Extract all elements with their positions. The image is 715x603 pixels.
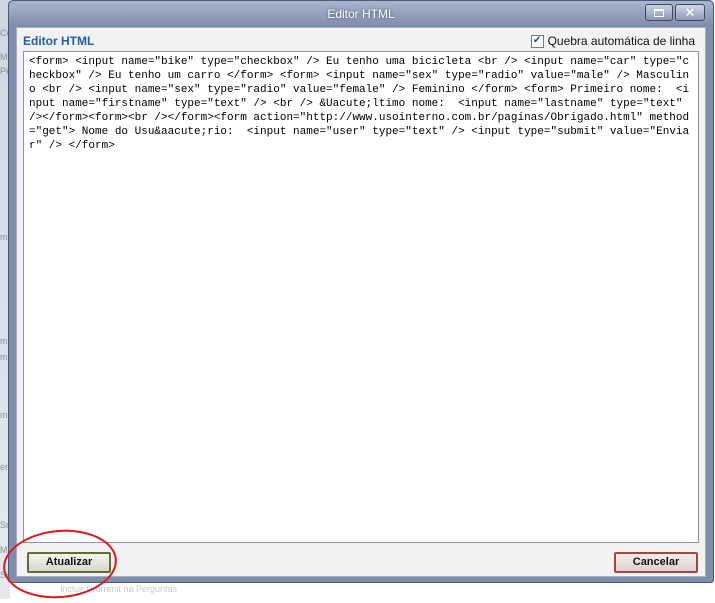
close-button[interactable]: ✕: [675, 4, 705, 21]
html-source-textarea[interactable]: <form> <input name="bike" type="checkbox…: [23, 51, 699, 543]
dialog-titlebar[interactable]: Editor HTML ✕: [9, 1, 713, 27]
background-text: m: [0, 410, 8, 420]
html-editor-dialog: Editor HTML ✕ Editor HTML ✔ Quebra autom…: [8, 0, 714, 583]
maximize-button[interactable]: [645, 4, 673, 21]
update-button[interactable]: Atualizar: [27, 552, 111, 573]
background-footer-text: Incluir Prorrenit na Perguntas: [60, 584, 178, 594]
check-icon: ✔: [532, 35, 542, 46]
word-wrap-checkbox[interactable]: ✔: [530, 34, 544, 48]
cancel-button[interactable]: Cancelar: [614, 552, 698, 573]
close-icon: ✕: [684, 5, 696, 20]
dialog-content: Editor HTML ✔ Quebra automática de linha…: [16, 27, 706, 577]
background-text: m: [0, 232, 8, 242]
background-text: M: [0, 52, 8, 62]
background-text: m: [0, 336, 8, 346]
background-text: M: [0, 545, 8, 555]
editor-heading: Editor HTML: [23, 34, 95, 48]
word-wrap-label: Quebra automática de linha: [547, 34, 695, 48]
background-text: m: [0, 352, 8, 362]
dialog-title: Editor HTML: [327, 7, 395, 21]
maximize-icon: [654, 8, 664, 17]
word-wrap-option[interactable]: ✔ Quebra automática de linha: [530, 34, 695, 48]
